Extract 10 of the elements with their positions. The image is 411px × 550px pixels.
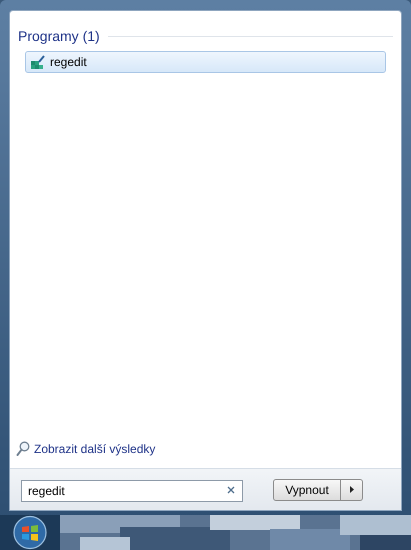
- registry-cubes-icon: [30, 54, 46, 70]
- more-results-link[interactable]: Zobrazit další výsledky: [10, 440, 401, 468]
- close-icon[interactable]: [227, 486, 235, 494]
- shutdown-options-button[interactable]: [341, 478, 363, 500]
- search-icon: [16, 441, 30, 457]
- triangle-right-icon: [350, 486, 354, 493]
- shutdown-button[interactable]: Vypnout: [273, 478, 341, 500]
- group-title: Programy (1): [18, 27, 100, 46]
- result-item[interactable]: regedit: [25, 51, 386, 73]
- search-field[interactable]: regedit: [21, 480, 243, 502]
